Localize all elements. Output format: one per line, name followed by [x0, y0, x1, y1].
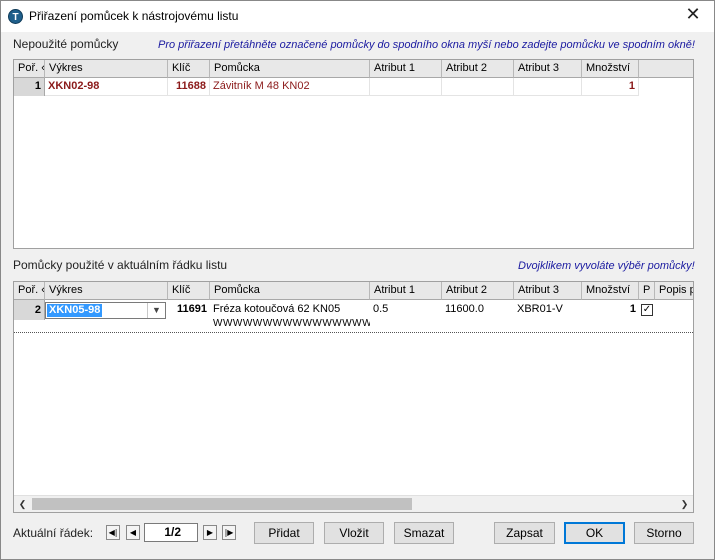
write-button[interactable]: Zapsat: [494, 522, 555, 544]
col-header-attr1[interactable]: Atribut 1: [370, 282, 442, 300]
last-page-icon[interactable]: |▶: [222, 525, 236, 540]
drawing-combobox[interactable]: XKN05-98 ▼: [45, 302, 166, 319]
next-page-icon[interactable]: ▶: [203, 525, 217, 540]
col-header-drawing[interactable]: Výkres: [45, 282, 168, 300]
col-header-attr1[interactable]: Atribut 1: [370, 60, 442, 78]
col-header-filler: [639, 60, 693, 78]
col-header-order[interactable]: Poř. «: [14, 60, 45, 78]
app-logo-icon: T: [8, 9, 23, 24]
cancel-button[interactable]: Storno: [634, 522, 694, 544]
cell-drawing[interactable]: XKN02-98: [45, 78, 168, 96]
prev-page-icon[interactable]: ◀: [126, 525, 140, 540]
scroll-left-icon[interactable]: ❮: [14, 496, 31, 512]
used-tools-grid[interactable]: Poř. « Výkres Klíč Pomůcka Atribut 1 Atr…: [13, 281, 694, 513]
first-page-icon[interactable]: ◀|: [106, 525, 120, 540]
col-header-quantity[interactable]: Množství: [582, 60, 639, 78]
ok-button[interactable]: OK: [564, 522, 625, 544]
cell-quantity[interactable]: 1: [582, 78, 639, 96]
unused-tools-label: Nepoužité pomůcky: [13, 37, 119, 51]
cell-attr3[interactable]: [514, 78, 582, 96]
current-row-label: Aktuální řádek:: [13, 526, 94, 540]
insert-button[interactable]: Vložit: [324, 522, 384, 544]
scrollbar-thumb[interactable]: [32, 498, 412, 510]
row-number[interactable]: 2: [14, 300, 45, 320]
drawing-combobox-value[interactable]: XKN05-98: [47, 304, 103, 317]
cell-attr1[interactable]: [370, 78, 442, 96]
page-indicator[interactable]: 1/2: [144, 523, 198, 542]
cell-key[interactable]: 11691: [168, 301, 210, 319]
cell-attr1[interactable]: 0.5: [370, 301, 442, 319]
cell-tool-line2: WWWWWWWWWWWWWWWW: [213, 318, 370, 329]
col-header-p[interactable]: P: [639, 282, 655, 300]
col-header-key[interactable]: Klíč: [168, 282, 210, 300]
cell-attr2[interactable]: 11600.0: [442, 301, 514, 319]
unused-tools-grid[interactable]: Poř. « Výkres Klíč Pomůcka Atribut 1 Atr…: [13, 59, 694, 249]
col-header-key[interactable]: Klíč: [168, 60, 210, 78]
col-header-attr2[interactable]: Atribut 2: [442, 60, 514, 78]
used-tools-label: Pomůcky použité v aktuálním řádku listu: [13, 258, 228, 272]
cell-quantity[interactable]: 1: [582, 301, 639, 319]
col-header-attr3[interactable]: Atribut 3: [514, 60, 582, 78]
row-number[interactable]: 1: [14, 78, 45, 96]
col-header-drawing[interactable]: Výkres: [45, 60, 168, 78]
drag-hint-text: Pro přiřazení přetáhněte označené pomůck…: [158, 39, 695, 51]
cell-attr3[interactable]: XBR01-V: [514, 301, 582, 319]
scroll-right-icon[interactable]: ❯: [676, 496, 693, 512]
close-icon[interactable]: ✕: [682, 5, 704, 27]
window-title: Přiřazení pomůcek k nástrojovému listu: [29, 9, 239, 23]
p-checkbox[interactable]: ✓: [641, 304, 653, 316]
horizontal-scrollbar[interactable]: ❮ ❯: [14, 495, 693, 512]
cell-key[interactable]: 11688: [168, 78, 210, 96]
chevron-down-icon[interactable]: ▼: [147, 303, 165, 318]
dialog-window: T Přiřazení pomůcek k nástrojovému listu…: [0, 0, 715, 560]
col-header-tool[interactable]: Pomůcka: [210, 282, 370, 300]
col-header-order[interactable]: Poř. «: [14, 282, 45, 300]
col-header-attr2[interactable]: Atribut 2: [442, 282, 514, 300]
doubleclick-hint-text: Dvojklikem vyvoláte výběr pomůcky!: [518, 260, 695, 272]
col-header-quantity[interactable]: Množství: [582, 282, 639, 300]
cell-tool[interactable]: Závitník M 48 KN02: [210, 78, 370, 96]
cell-attr2[interactable]: [442, 78, 514, 96]
cell-description[interactable]: [655, 301, 693, 319]
col-header-description[interactable]: Popis p: [655, 282, 693, 300]
delete-button[interactable]: Smazat: [394, 522, 454, 544]
col-header-tool[interactable]: Pomůcka: [210, 60, 370, 78]
col-header-attr3[interactable]: Atribut 3: [514, 282, 582, 300]
title-bar: T Přiřazení pomůcek k nástrojovému listu…: [1, 1, 714, 32]
add-button[interactable]: Přidat: [254, 522, 314, 544]
